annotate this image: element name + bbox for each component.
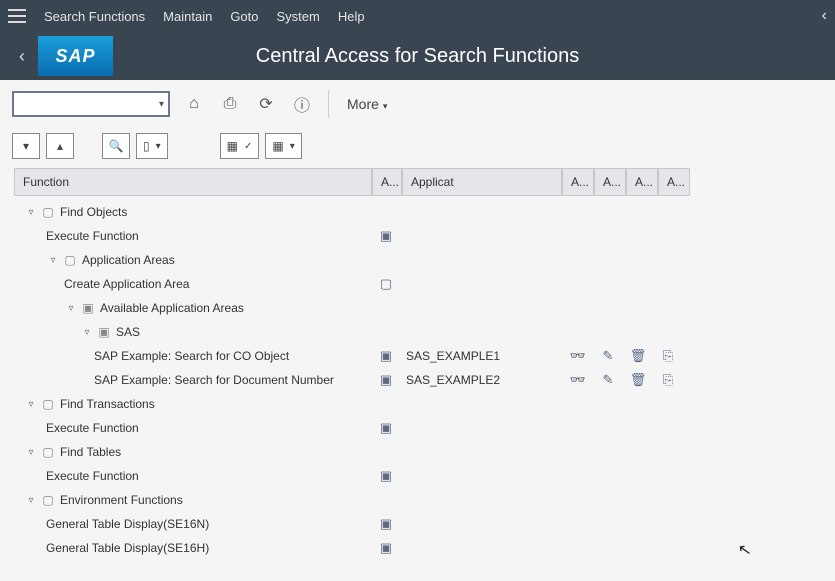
- tree-sap-example1[interactable]: SAP Example: Search for CO Object: [94, 349, 289, 363]
- expand-icon[interactable]: ▿: [24, 493, 38, 507]
- tree-execute-function[interactable]: Execute Function: [46, 469, 139, 483]
- execute-icon[interactable]: ▣: [372, 372, 400, 388]
- tree-execute-function[interactable]: Execute Function: [46, 421, 139, 435]
- tree-sas[interactable]: SAS: [116, 325, 140, 339]
- app-code: SAS_EXAMPLE1: [402, 349, 562, 363]
- expand-icon[interactable]: ▿: [64, 301, 78, 315]
- tree-execute-function[interactable]: Execute Function: [46, 229, 139, 243]
- expand-icon[interactable]: ▿: [24, 205, 38, 219]
- create-icon[interactable]: ▢: [372, 276, 400, 292]
- app-code: SAS_EXAMPLE2: [402, 373, 562, 387]
- execute-icon[interactable]: ▣: [372, 228, 400, 244]
- menu-close-icon[interactable]: ‹: [822, 7, 827, 25]
- separator: [328, 90, 329, 118]
- menu-system[interactable]: System: [277, 9, 320, 24]
- copy-icon[interactable]: ⎘: [654, 348, 682, 364]
- tree-application-areas[interactable]: Application Areas: [82, 253, 175, 267]
- col-action[interactable]: A...: [372, 168, 402, 196]
- expand-icon[interactable]: ▿: [24, 397, 38, 411]
- folder-icon: ▢: [40, 204, 56, 220]
- expand-icon[interactable]: ▿: [46, 253, 60, 267]
- folder-icon: ▢: [40, 444, 56, 460]
- col-applicat[interactable]: Applicat: [402, 168, 562, 196]
- tree-find-transactions[interactable]: Find Transactions: [60, 397, 155, 411]
- menu-help[interactable]: Help: [338, 9, 365, 24]
- folder-icon: ▢: [40, 396, 56, 412]
- execute-icon[interactable]: ▣: [372, 348, 400, 364]
- more-button[interactable]: More▾: [347, 96, 387, 112]
- menu-goto[interactable]: Goto: [230, 9, 258, 24]
- delete-icon[interactable]: 🗑: [624, 372, 652, 388]
- col-a3[interactable]: A...: [626, 168, 658, 196]
- col-a2[interactable]: A...: [594, 168, 626, 196]
- col-function[interactable]: Function: [14, 168, 372, 196]
- tree-se16h[interactable]: General Table Display(SE16H): [46, 541, 209, 555]
- display-icon[interactable]: 👓: [564, 372, 592, 388]
- edit-icon[interactable]: ✎: [594, 348, 622, 364]
- execute-icon[interactable]: ▣: [372, 516, 400, 532]
- execute-icon[interactable]: ▣: [372, 540, 400, 556]
- grid-view-button[interactable]: ▦✓: [220, 133, 260, 159]
- col-a4[interactable]: A...: [658, 168, 690, 196]
- edit-icon[interactable]: ✎: [594, 372, 622, 388]
- tree-available-areas[interactable]: Available Application Areas: [100, 301, 244, 315]
- folder-icon: ▢: [62, 252, 78, 268]
- search-button[interactable]: 🔍: [102, 133, 130, 159]
- tree-environment-functions[interactable]: Environment Functions: [60, 493, 183, 507]
- print-icon[interactable]: ⎙: [218, 92, 242, 116]
- sap-logo: SAP: [38, 36, 113, 76]
- tree-find-objects[interactable]: Find Objects: [60, 205, 127, 219]
- tree-se16n[interactable]: General Table Display(SE16N): [46, 517, 209, 531]
- expand-icon[interactable]: ▿: [80, 325, 94, 339]
- folder-icon: ▣: [80, 300, 96, 316]
- expand-icon[interactable]: ▿: [24, 445, 38, 459]
- info-icon[interactable]: ⓘ: [290, 92, 314, 116]
- command-field[interactable]: ▾: [12, 91, 170, 117]
- delete-icon[interactable]: 🗑: [624, 348, 652, 364]
- tree-create-application-area[interactable]: Create Application Area: [64, 277, 189, 291]
- column-config-button[interactable]: ▯▾: [136, 133, 168, 159]
- copy-icon[interactable]: ⎘: [654, 372, 682, 388]
- refresh-icon[interactable]: ⟳: [254, 92, 278, 116]
- execute-icon[interactable]: ▣: [372, 468, 400, 484]
- col-a1[interactable]: A...: [562, 168, 594, 196]
- menu-search-functions[interactable]: Search Functions: [44, 9, 145, 24]
- tree-sap-example2[interactable]: SAP Example: Search for Document Number: [94, 373, 334, 387]
- folder-icon: ▣: [96, 324, 112, 340]
- chevron-down-icon: ▾: [383, 101, 388, 111]
- layout-button[interactable]: ▦▾: [265, 133, 301, 159]
- expand-all-button[interactable]: ▾: [12, 133, 40, 159]
- tree-find-tables[interactable]: Find Tables: [60, 445, 121, 459]
- chevron-down-icon: ▾: [159, 99, 164, 110]
- home-icon[interactable]: ⌂: [182, 92, 206, 116]
- hamburger-menu[interactable]: [8, 9, 26, 23]
- back-button[interactable]: ‹: [10, 44, 34, 68]
- page-title: Central Access for Search Functions: [256, 45, 579, 68]
- display-icon[interactable]: 👓: [564, 348, 592, 364]
- menu-maintain[interactable]: Maintain: [163, 9, 212, 24]
- collapse-all-button[interactable]: ▴: [46, 133, 74, 159]
- folder-icon: ▢: [40, 492, 56, 508]
- execute-icon[interactable]: ▣: [372, 420, 400, 436]
